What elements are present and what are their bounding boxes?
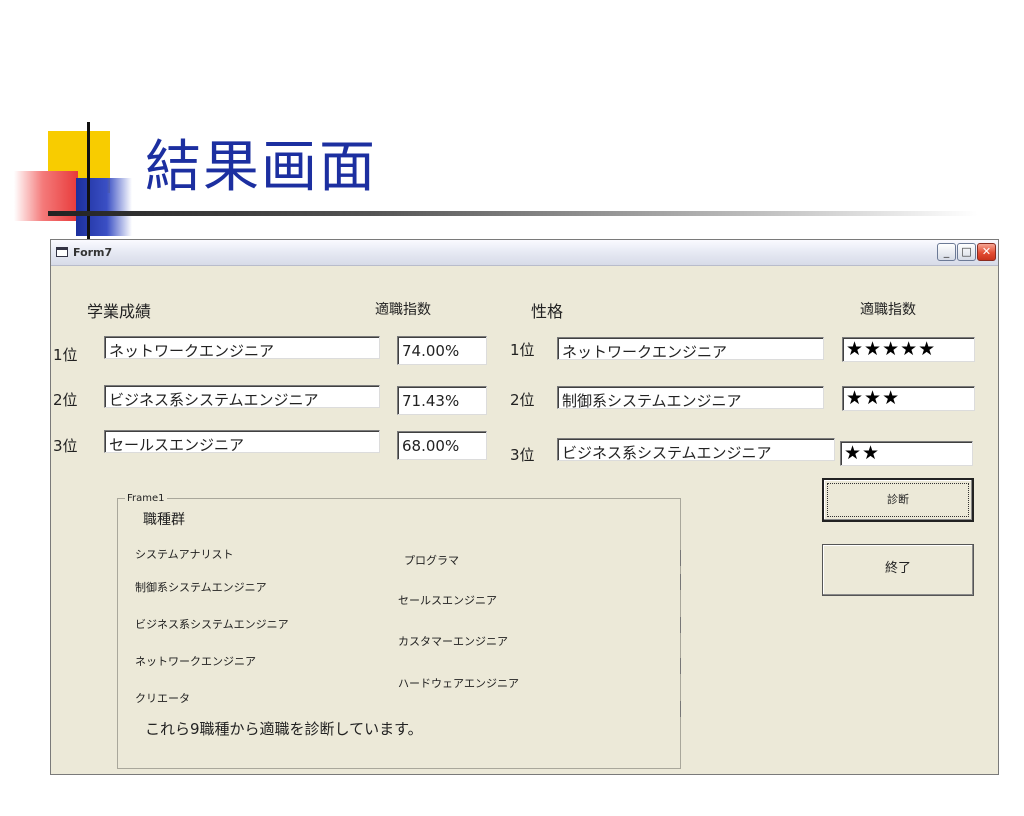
form-window: Form7 _ □ ✕ 学業成績 適職指数 性格 適職指数 1位 ネットワークエ… xyxy=(50,239,999,775)
job-list-item: セールスエンジニア xyxy=(398,594,497,607)
minimize-button[interactable]: _ xyxy=(937,243,956,261)
close-button[interactable]: ✕ xyxy=(977,243,996,261)
personality-rank-2-job-field[interactable]: 制御系システムエンジニア xyxy=(557,386,824,409)
decor-vertical-line xyxy=(87,122,90,242)
frame-edge-mark xyxy=(680,658,681,674)
job-list-item: ネットワークエンジニア xyxy=(135,655,256,668)
job-list-item: ビジネス系システムエンジニア xyxy=(135,618,289,631)
job-list-item: カスタマーエンジニア xyxy=(398,635,508,648)
frame-edge-mark xyxy=(680,617,681,633)
job-list-item: システムアナリスト xyxy=(135,548,234,561)
academic-heading: 学業成績 xyxy=(87,302,152,321)
maximize-button[interactable]: □ xyxy=(957,243,976,261)
job-list-item: クリエータ xyxy=(135,692,190,705)
window-title: Form7 xyxy=(73,246,113,259)
job-list-item: 制御系システムエンジニア xyxy=(135,581,267,594)
slide-title: 結果画面 xyxy=(145,135,377,200)
job-list-item: ハードウェアエンジニア xyxy=(398,677,519,690)
frame-edge-mark xyxy=(680,574,681,590)
academic-rank-1-job-field[interactable]: ネットワークエンジニア xyxy=(104,336,380,359)
personality-score-heading: 適職指数 xyxy=(860,302,916,318)
academic-rank-1-label: 1位 xyxy=(53,346,78,364)
personality-rank-3-label: 3位 xyxy=(510,446,535,464)
frame-title: 職種群 xyxy=(143,512,185,528)
personality-rank-2-label: 2位 xyxy=(510,391,535,409)
exit-button[interactable]: 終了 xyxy=(822,544,974,596)
academic-rank-1-score-field[interactable]: 74.00% xyxy=(397,336,487,365)
academic-rank-3-score-field[interactable]: 68.00% xyxy=(397,431,487,460)
form-client-area: 学業成績 適職指数 性格 適職指数 1位 ネットワークエンジニア 74.00% … xyxy=(51,266,998,774)
frame-note: これら9職種から適職を診断しています。 xyxy=(145,720,423,738)
frame-caption: Frame1 xyxy=(125,493,167,504)
job-list-item: プログラマ xyxy=(404,554,459,567)
academic-rank-2-label: 2位 xyxy=(53,391,78,409)
form-window-icon[interactable] xyxy=(56,247,68,257)
academic-rank-3-job-field[interactable]: セールスエンジニア xyxy=(104,430,380,453)
personality-rank-1-stars-field[interactable]: ★★★★★ xyxy=(842,337,975,362)
frame-edge-mark xyxy=(680,701,681,717)
personality-rank-1-label: 1位 xyxy=(510,341,535,359)
personality-rank-3-stars-field[interactable]: ★★ xyxy=(840,441,973,466)
window-titlebar[interactable]: Form7 _ □ ✕ xyxy=(51,240,998,266)
personality-heading: 性格 xyxy=(531,302,564,321)
frame-edge-mark xyxy=(680,550,681,566)
personality-rank-2-stars-field[interactable]: ★★★ xyxy=(842,386,975,411)
decor-horizontal-line xyxy=(48,211,978,216)
academic-rank-2-score-field[interactable]: 71.43% xyxy=(397,386,487,415)
diagnose-button[interactable]: 診断 xyxy=(822,478,974,522)
decor-blue-square xyxy=(76,178,132,236)
academic-rank-2-job-field[interactable]: ビジネス系システムエンジニア xyxy=(104,385,380,408)
academic-score-heading: 適職指数 xyxy=(375,302,431,318)
academic-rank-3-label: 3位 xyxy=(53,437,78,455)
personality-rank-3-job-field[interactable]: ビジネス系システムエンジニア xyxy=(557,438,835,461)
personality-rank-1-job-field[interactable]: ネットワークエンジニア xyxy=(557,337,824,360)
